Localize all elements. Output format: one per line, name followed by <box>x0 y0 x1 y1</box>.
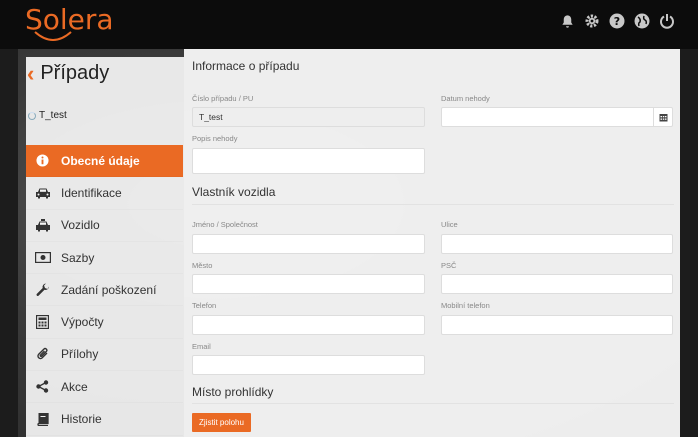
calendar-button[interactable] <box>653 108 672 126</box>
sidebar-item-label: Výpočty <box>61 315 104 330</box>
city-field[interactable] <box>192 274 425 294</box>
sidebar-item-label: Akce <box>61 379 88 394</box>
zip-field[interactable] <box>441 274 673 294</box>
sidebar-item-label: Vozidlo <box>61 218 100 233</box>
info-icon <box>34 154 51 167</box>
name-field[interactable] <box>192 234 425 254</box>
help-icon[interactable]: ? <box>608 12 626 30</box>
zip-label: PSČ <box>441 261 457 270</box>
sidebar-title-label: Případy <box>40 62 110 84</box>
sidebar-item-damage-entry[interactable]: Zadání poškození <box>26 274 183 306</box>
sidebar-item-history[interactable]: Historie <box>26 403 183 435</box>
locate-button[interactable]: Zjistit polohu <box>192 413 251 432</box>
sidebar-item-attachments[interactable]: Přílohy <box>26 339 183 371</box>
spinner-icon <box>28 111 36 120</box>
street-label: Ulice <box>441 220 458 229</box>
sidebar-item-label: Přílohy <box>61 347 99 362</box>
sidebar-item-label: Sazby <box>61 250 95 265</box>
owner-title: Vlastník vozidla <box>192 185 276 199</box>
sidebar-item-vehicle[interactable]: Vozidlo <box>26 210 183 242</box>
chevron-left-icon[interactable]: ‹ <box>27 62 34 85</box>
sidebar-item-general[interactable]: Obecné údaje <box>26 145 183 178</box>
power-icon[interactable] <box>658 12 676 30</box>
share-icon <box>34 380 51 393</box>
sidebar-item-label: Historie <box>61 412 102 427</box>
phone-label: Telefon <box>192 301 217 310</box>
sidebar-menu: Obecné údaje Identifikace Vozidlo Sazby … <box>26 145 183 436</box>
sidebar-item-label: Obecné údaje <box>61 153 140 168</box>
case-id: T_test <box>28 110 67 121</box>
inspection-divider <box>192 403 674 404</box>
case-number-field[interactable]: T_test <box>192 107 425 127</box>
money-icon <box>34 252 51 264</box>
description-label: Popis nehody <box>192 134 238 143</box>
city-label: Město <box>192 261 213 270</box>
accident-date-label: Datum nehody <box>441 94 490 103</box>
sidebar-item-label: Identifikace <box>61 185 122 200</box>
accident-date-field[interactable] <box>441 107 673 127</box>
street-field[interactable] <box>441 234 673 254</box>
sidebar-item-identification[interactable]: Identifikace <box>26 177 183 209</box>
email-field[interactable] <box>192 355 425 375</box>
phone-field[interactable] <box>192 315 425 335</box>
top-bar: Solera ? <box>0 0 698 49</box>
sidebar-title[interactable]: ‹ Případy <box>27 62 109 85</box>
bell-icon[interactable] <box>558 12 576 30</box>
taxi-icon <box>34 218 51 232</box>
mobile-field[interactable] <box>441 315 673 335</box>
top-icons: ? <box>558 12 676 30</box>
case-number-label: Číslo případu / PU <box>192 94 254 103</box>
logo-swoosh-icon <box>34 31 72 41</box>
mobile-label: Mobilní telefon <box>441 301 490 310</box>
case-id-label: T_test <box>39 110 67 121</box>
globe-icon[interactable] <box>633 12 651 30</box>
email-label: Email <box>192 342 211 351</box>
owner-divider <box>192 204 674 205</box>
calendar-icon <box>659 113 667 121</box>
car-icon <box>34 187 51 199</box>
description-field[interactable] <box>192 148 425 174</box>
wrench-icon <box>34 283 51 297</box>
svg-text:?: ? <box>614 15 620 28</box>
book-icon <box>34 412 51 426</box>
inspection-title: Místo prohlídky <box>192 385 274 399</box>
sidebar-item-rates[interactable]: Sazby <box>26 242 183 274</box>
name-label: Jméno / Společnost <box>192 220 258 229</box>
case-info-title: Informace o případu <box>192 59 300 73</box>
paperclip-icon <box>34 347 51 361</box>
sidebar-item-label: Zadání poškození <box>61 282 157 297</box>
sidebar-item-calculations[interactable]: Výpočty <box>26 306 183 338</box>
sidebar-item-actions[interactable]: Akce <box>26 371 183 403</box>
calculator-icon <box>34 315 51 330</box>
gear-icon[interactable] <box>583 12 601 30</box>
